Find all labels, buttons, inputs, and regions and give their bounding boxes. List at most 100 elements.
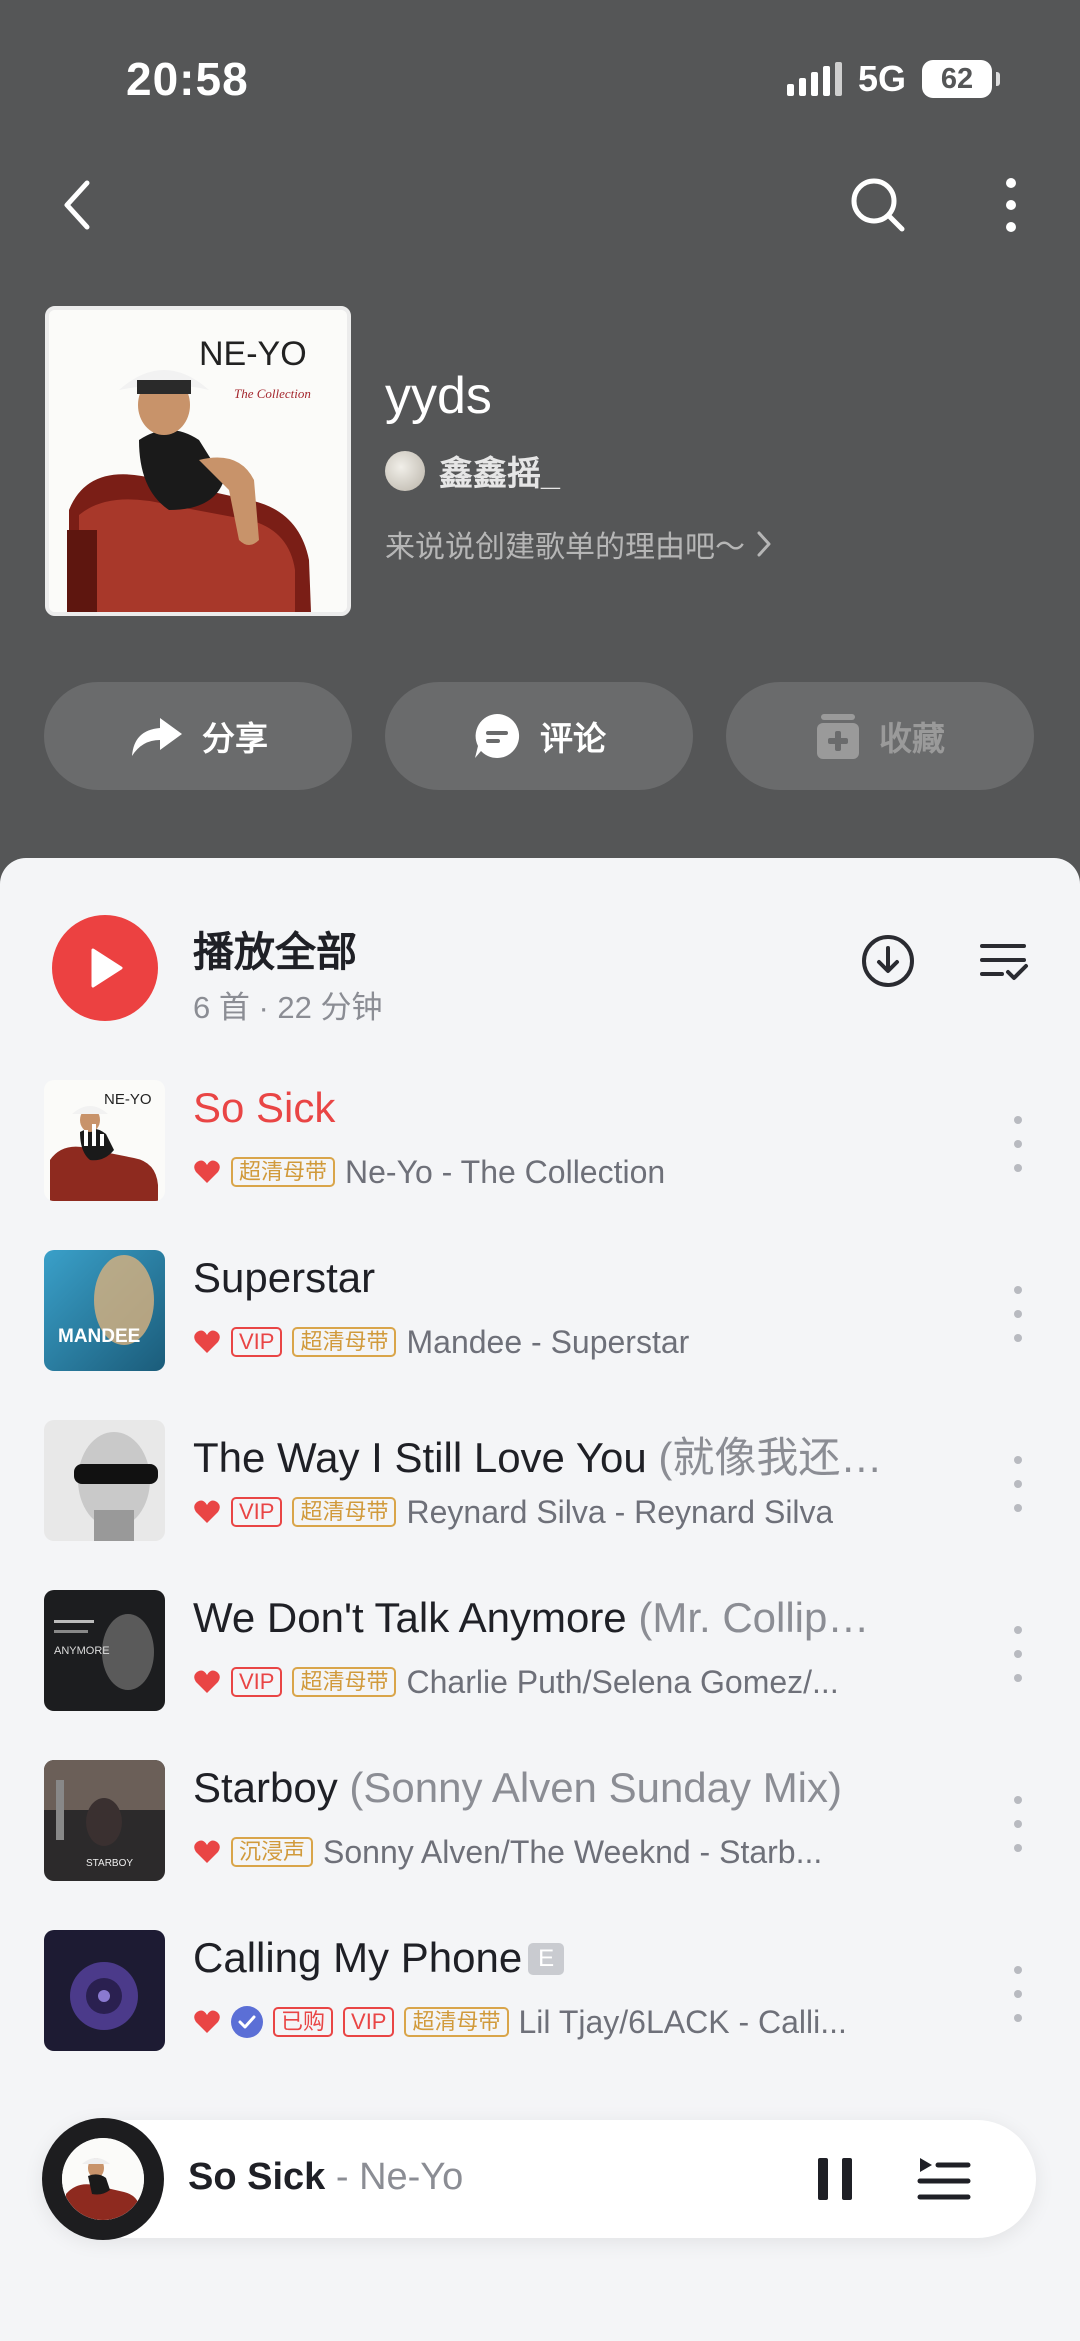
playlist-owner[interactable]: 鑫鑫摇_ — [385, 446, 560, 495]
song-title-text: Starboy — [193, 1764, 338, 1811]
song-cover: MANDEE — [44, 1250, 165, 1371]
cover-subtitle-text: The Collection — [234, 386, 311, 401]
song-cover: ANYMORE — [44, 1590, 165, 1711]
song-meta: VIP 超清母带 Mandee - Superstar — [193, 1320, 953, 1364]
explicit-badge: E — [528, 1943, 565, 1975]
more-vertical-icon — [1006, 178, 1016, 232]
more-button[interactable] — [976, 170, 1046, 240]
heart-icon[interactable] — [193, 1668, 221, 1696]
playlist-description[interactable]: 来说说创建歌单的理由吧～ — [385, 522, 773, 566]
share-label: 分享 — [202, 720, 268, 757]
collect-label: 收藏 — [879, 720, 945, 757]
quality-tag: 超清母带 — [404, 2007, 509, 2037]
vip-tag: VIP — [231, 1497, 283, 1527]
quality-tag: 超清母带 — [292, 1667, 397, 1697]
song-meta: 沉浸声 Sonny Alven/The Weeknd - Starb... — [193, 1830, 953, 1874]
song-title-text: So Sick — [193, 1084, 336, 1131]
pause-icon[interactable] — [804, 2148, 866, 2210]
comment-icon — [475, 713, 520, 758]
quality-tag: 超清母带 — [292, 1497, 397, 1527]
song-more-button[interactable] — [998, 1626, 1038, 1682]
back-button[interactable] — [42, 170, 112, 240]
screen: 20:58 5G 62 NE-YO The Collection yyds 鑫鑫… — [0, 0, 1080, 2341]
quality-tag: 超清母带 — [292, 1327, 397, 1357]
vip-tag: VIP — [231, 1327, 283, 1357]
song-title: Calling My Phone E — [193, 1934, 953, 1982]
vip-tag: VIP — [343, 2007, 395, 2037]
song-more-button[interactable] — [998, 1796, 1038, 1852]
song-title-suffix: (Sonny Alven Sunday Mix) — [349, 1764, 842, 1811]
quality-tag: 超清母带 — [231, 1157, 336, 1187]
song-cover: STARBOY — [44, 1760, 165, 1881]
song-title-suffix: (就像我还… — [658, 1434, 883, 1481]
search-button[interactable] — [843, 170, 913, 240]
comment-label: 评论 — [540, 720, 606, 757]
song-artist: Reynard Silva - Reynard Silva — [406, 1493, 834, 1530]
chevron-left-icon — [64, 180, 90, 230]
song-artist: Mandee - Superstar — [406, 1323, 690, 1360]
mini-player-cover — [62, 2138, 144, 2220]
multi-select-icon[interactable] — [970, 928, 1036, 994]
mini-player-text: So Sick - Ne-Yo — [188, 2156, 463, 2199]
song-cover-text: ANYMORE — [54, 1645, 110, 1657]
playlist-header: 20:58 5G 62 NE-YO The Collection yyds 鑫鑫… — [0, 0, 1080, 900]
immersive-tag: 沉浸声 — [231, 1837, 314, 1867]
song-row[interactable]: The Way I Still Love You (就像我还… VIP 超清母带… — [0, 1420, 1080, 1544]
download-icon[interactable] — [855, 928, 921, 994]
owner-avatar — [385, 450, 425, 491]
song-more-button[interactable] — [998, 1966, 1038, 2022]
song-more-button[interactable] — [998, 1116, 1038, 1172]
song-meta: VIP 超清母带 Charlie Puth/Selena Gomez/... — [193, 1660, 953, 1704]
song-cover — [44, 1930, 165, 2051]
song-more-button[interactable] — [998, 1286, 1038, 1342]
heart-icon[interactable] — [193, 1158, 221, 1186]
heart-icon[interactable] — [193, 1838, 221, 1866]
song-title: We Don't Talk Anymore (Mr. Collip… — [193, 1594, 953, 1642]
song-list-sheet: 播放全部 6 首 · 22 分钟 NE-YO So Sick 超清母带 Ne-Y… — [0, 858, 1080, 2341]
heart-icon[interactable] — [193, 1498, 221, 1526]
comment-button[interactable]: 评论 — [385, 682, 693, 790]
song-cover-text: NE-YO — [104, 1091, 152, 1108]
playlist-cover[interactable]: NE-YO The Collection — [45, 306, 351, 616]
playlist-queue-icon[interactable] — [912, 2148, 974, 2210]
mini-player-separator: - — [325, 2156, 360, 2198]
collect-icon — [817, 714, 859, 759]
song-meta: 已购 VIP 超清母带 Lil Tjay/6LACK - Calli... — [193, 2000, 953, 2044]
song-title: So Sick — [193, 1084, 953, 1132]
song-title: Superstar — [193, 1254, 953, 1302]
verified-icon — [231, 2006, 263, 2038]
song-row[interactable]: ANYMORE We Don't Talk Anymore (Mr. Colli… — [0, 1590, 1080, 1714]
play-all-button[interactable] — [52, 915, 158, 1021]
heart-icon[interactable] — [193, 1328, 221, 1356]
play-all-label[interactable]: 播放全部 — [193, 918, 357, 978]
song-cover-text: STARBOY — [86, 1858, 133, 1869]
network-label: 5G — [857, 58, 906, 99]
share-button[interactable]: 分享 — [44, 682, 352, 790]
song-more-button[interactable] — [998, 1456, 1038, 1512]
vip-tag: VIP — [231, 1667, 283, 1697]
song-cover: NE-YO — [44, 1080, 165, 1201]
song-artist: Ne-Yo - The Collection — [345, 1153, 666, 1190]
mini-player-disc[interactable] — [42, 2118, 164, 2240]
song-title: Starboy (Sonny Alven Sunday Mix) — [193, 1764, 953, 1812]
collect-button[interactable]: 收藏 — [726, 682, 1034, 790]
song-meta: VIP 超清母带 Reynard Silva - Reynard Silva — [193, 1490, 953, 1534]
song-title-text: The Way I Still Love You — [193, 1434, 647, 1481]
song-artist: Charlie Puth/Selena Gomez/... — [406, 1663, 839, 1700]
cover-artist-text: NE-YO — [199, 335, 307, 373]
status-time: 20:58 — [126, 53, 249, 105]
heart-icon[interactable] — [193, 2008, 221, 2036]
mini-player-artist: Ne-Yo — [359, 2156, 464, 2198]
song-row[interactable]: NE-YO So Sick 超清母带 Ne-Yo - The Collectio… — [0, 1080, 1080, 1204]
song-row[interactable]: Calling My Phone E 已购 VIP 超清母带 Lil Tjay/6… — [0, 1930, 1080, 2054]
song-row[interactable]: MANDEE Superstar VIP 超清母带 Mandee - Super… — [0, 1250, 1080, 1374]
playlist-title: yyds — [385, 367, 492, 425]
chevron-right-icon — [757, 531, 771, 557]
mini-player-song: So Sick — [188, 2156, 326, 2198]
signal-icon — [786, 62, 842, 96]
search-icon — [851, 178, 905, 232]
song-row[interactable]: STARBOY Starboy (Sonny Alven Sunday Mix)… — [0, 1760, 1080, 1884]
song-artist: Sonny Alven/The Weeknd - Starb... — [323, 1833, 823, 1870]
mini-player[interactable]: So Sick - Ne-Yo — [42, 2118, 1036, 2240]
owner-name: 鑫鑫摇_ — [439, 455, 560, 493]
